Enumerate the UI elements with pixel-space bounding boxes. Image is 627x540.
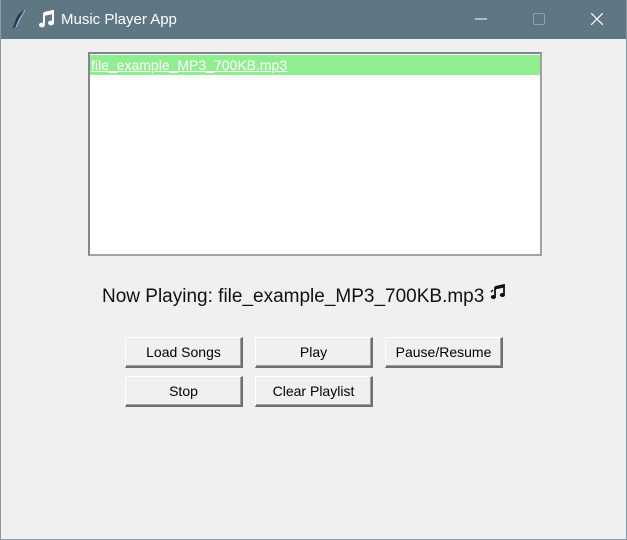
play-button[interactable]: Play xyxy=(255,337,373,368)
minimize-icon xyxy=(475,18,487,20)
playlist-listbox[interactable]: file_example_MP3_700KB.mp3 xyxy=(88,52,542,256)
title-bar[interactable]: Music Player App xyxy=(1,0,626,39)
tk-feather-icon xyxy=(12,9,28,29)
music-note-icon xyxy=(38,9,55,28)
maximize-button[interactable] xyxy=(510,0,568,39)
app-window: Music Player App file_example_MP3_700KB.… xyxy=(0,0,627,540)
music-notes-icon xyxy=(490,283,508,307)
pause-resume-button[interactable]: Pause/Resume xyxy=(385,337,503,368)
playlist-item[interactable]: file_example_MP3_700KB.mp3 xyxy=(90,55,540,75)
close-button[interactable] xyxy=(568,0,626,39)
load-songs-button[interactable]: Load Songs xyxy=(125,337,243,368)
maximize-icon xyxy=(533,13,545,25)
now-playing-label: Now Playing: file_example_MP3_700KB.mp3 xyxy=(102,283,508,309)
close-icon xyxy=(591,13,603,25)
minimize-button[interactable] xyxy=(452,0,510,39)
clear-playlist-button[interactable]: Clear Playlist xyxy=(255,376,373,407)
now-playing-text: Now Playing: file_example_MP3_700KB.mp3 xyxy=(102,286,485,307)
window-title: Music Player App xyxy=(61,11,177,28)
stop-button[interactable]: Stop xyxy=(125,376,243,407)
